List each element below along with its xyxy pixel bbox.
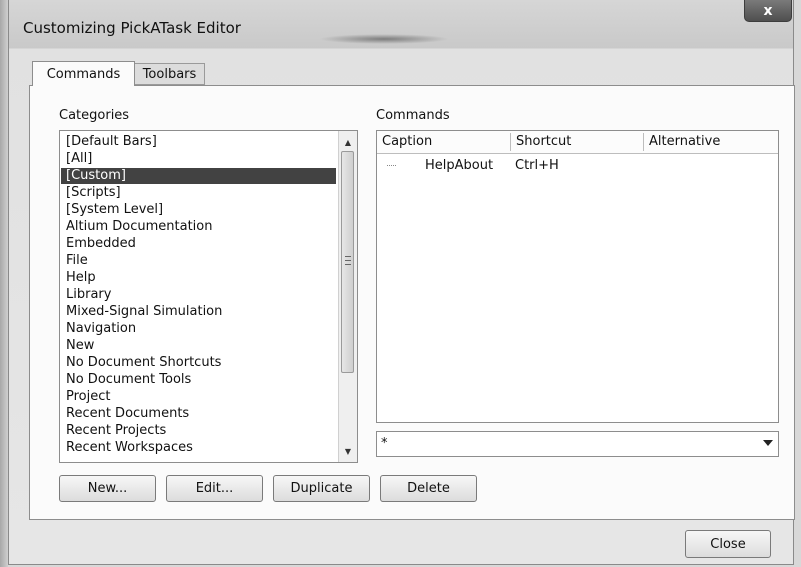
dialog-window: Customizing PickATask Editor x Commands … <box>8 0 795 565</box>
command-caption-cell[interactable]: HelpAbout <box>425 158 493 173</box>
tree-line-icon <box>387 165 396 166</box>
list-item[interactable]: No Document Shortcuts <box>64 355 336 371</box>
close-icon[interactable]: x <box>744 0 792 22</box>
column-header-alternative[interactable]: Alternative <box>644 131 720 153</box>
list-item[interactable]: Navigation <box>64 321 336 337</box>
close-button[interactable]: Close <box>685 530 771 558</box>
list-item[interactable]: Recent Projects <box>64 423 336 439</box>
list-item[interactable]: New <box>64 338 336 354</box>
categories-label: Categories <box>59 108 130 123</box>
filter-value: * <box>381 436 388 451</box>
categories-list[interactable]: [Default Bars] [All] [Custom] [Scripts] … <box>59 130 358 463</box>
list-item[interactable]: Project <box>64 389 336 405</box>
list-item[interactable]: Altium Documentation <box>64 219 336 235</box>
categories-scrollbar[interactable]: ▲ ▼ <box>338 131 357 462</box>
scrollbar-thumb[interactable] <box>341 151 354 373</box>
scroll-down-arrow-icon[interactable]: ▼ <box>339 442 357 460</box>
scrollbar-grip-icon <box>345 256 351 265</box>
tab-commands[interactable]: Commands <box>32 61 135 86</box>
tab-panel-commands: Categories Commands [Default Bars] [All]… <box>29 85 795 520</box>
scroll-up-arrow-icon[interactable]: ▲ <box>339 133 357 151</box>
list-item[interactable]: [System Level] <box>64 202 336 218</box>
new-button[interactable]: New... <box>59 475 156 502</box>
commands-filter-dropdown[interactable]: * <box>376 431 779 457</box>
list-item[interactable]: [All] <box>64 151 336 167</box>
column-header-caption[interactable]: Caption <box>377 131 432 153</box>
duplicate-button[interactable]: Duplicate <box>273 475 370 502</box>
commands-label: Commands <box>376 108 450 123</box>
delete-button[interactable]: Delete <box>380 475 477 502</box>
list-item[interactable]: Embedded <box>64 236 336 252</box>
list-item[interactable]: No Document Tools <box>64 372 336 388</box>
column-header-shortcut[interactable]: Shortcut <box>511 131 571 153</box>
list-item-selected[interactable]: [Custom] <box>61 168 336 184</box>
list-item[interactable]: Library <box>64 287 336 303</box>
commands-table[interactable]: Caption Shortcut Alternative HelpAbout C… <box>376 130 779 423</box>
list-item[interactable]: [Default Bars] <box>64 134 336 150</box>
list-item[interactable]: Recent Workspaces <box>64 440 336 456</box>
list-item[interactable]: Help <box>64 270 336 286</box>
list-item[interactable]: Mixed-Signal Simulation <box>64 304 336 320</box>
tab-toolbars[interactable]: Toolbars <box>135 63 205 85</box>
dropdown-arrow-icon[interactable] <box>763 440 773 446</box>
window-title: Customizing PickATask Editor <box>23 19 241 37</box>
list-item[interactable]: [Scripts] <box>64 185 336 201</box>
window-edge <box>0 0 8 567</box>
list-item[interactable]: Recent Documents <box>64 406 336 422</box>
list-item[interactable]: File <box>64 253 336 269</box>
edit-button[interactable]: Edit... <box>166 475 263 502</box>
commands-table-header: Caption Shortcut Alternative <box>377 131 778 154</box>
command-shortcut-cell[interactable]: Ctrl+H <box>515 158 559 173</box>
background-blur <box>319 34 449 44</box>
